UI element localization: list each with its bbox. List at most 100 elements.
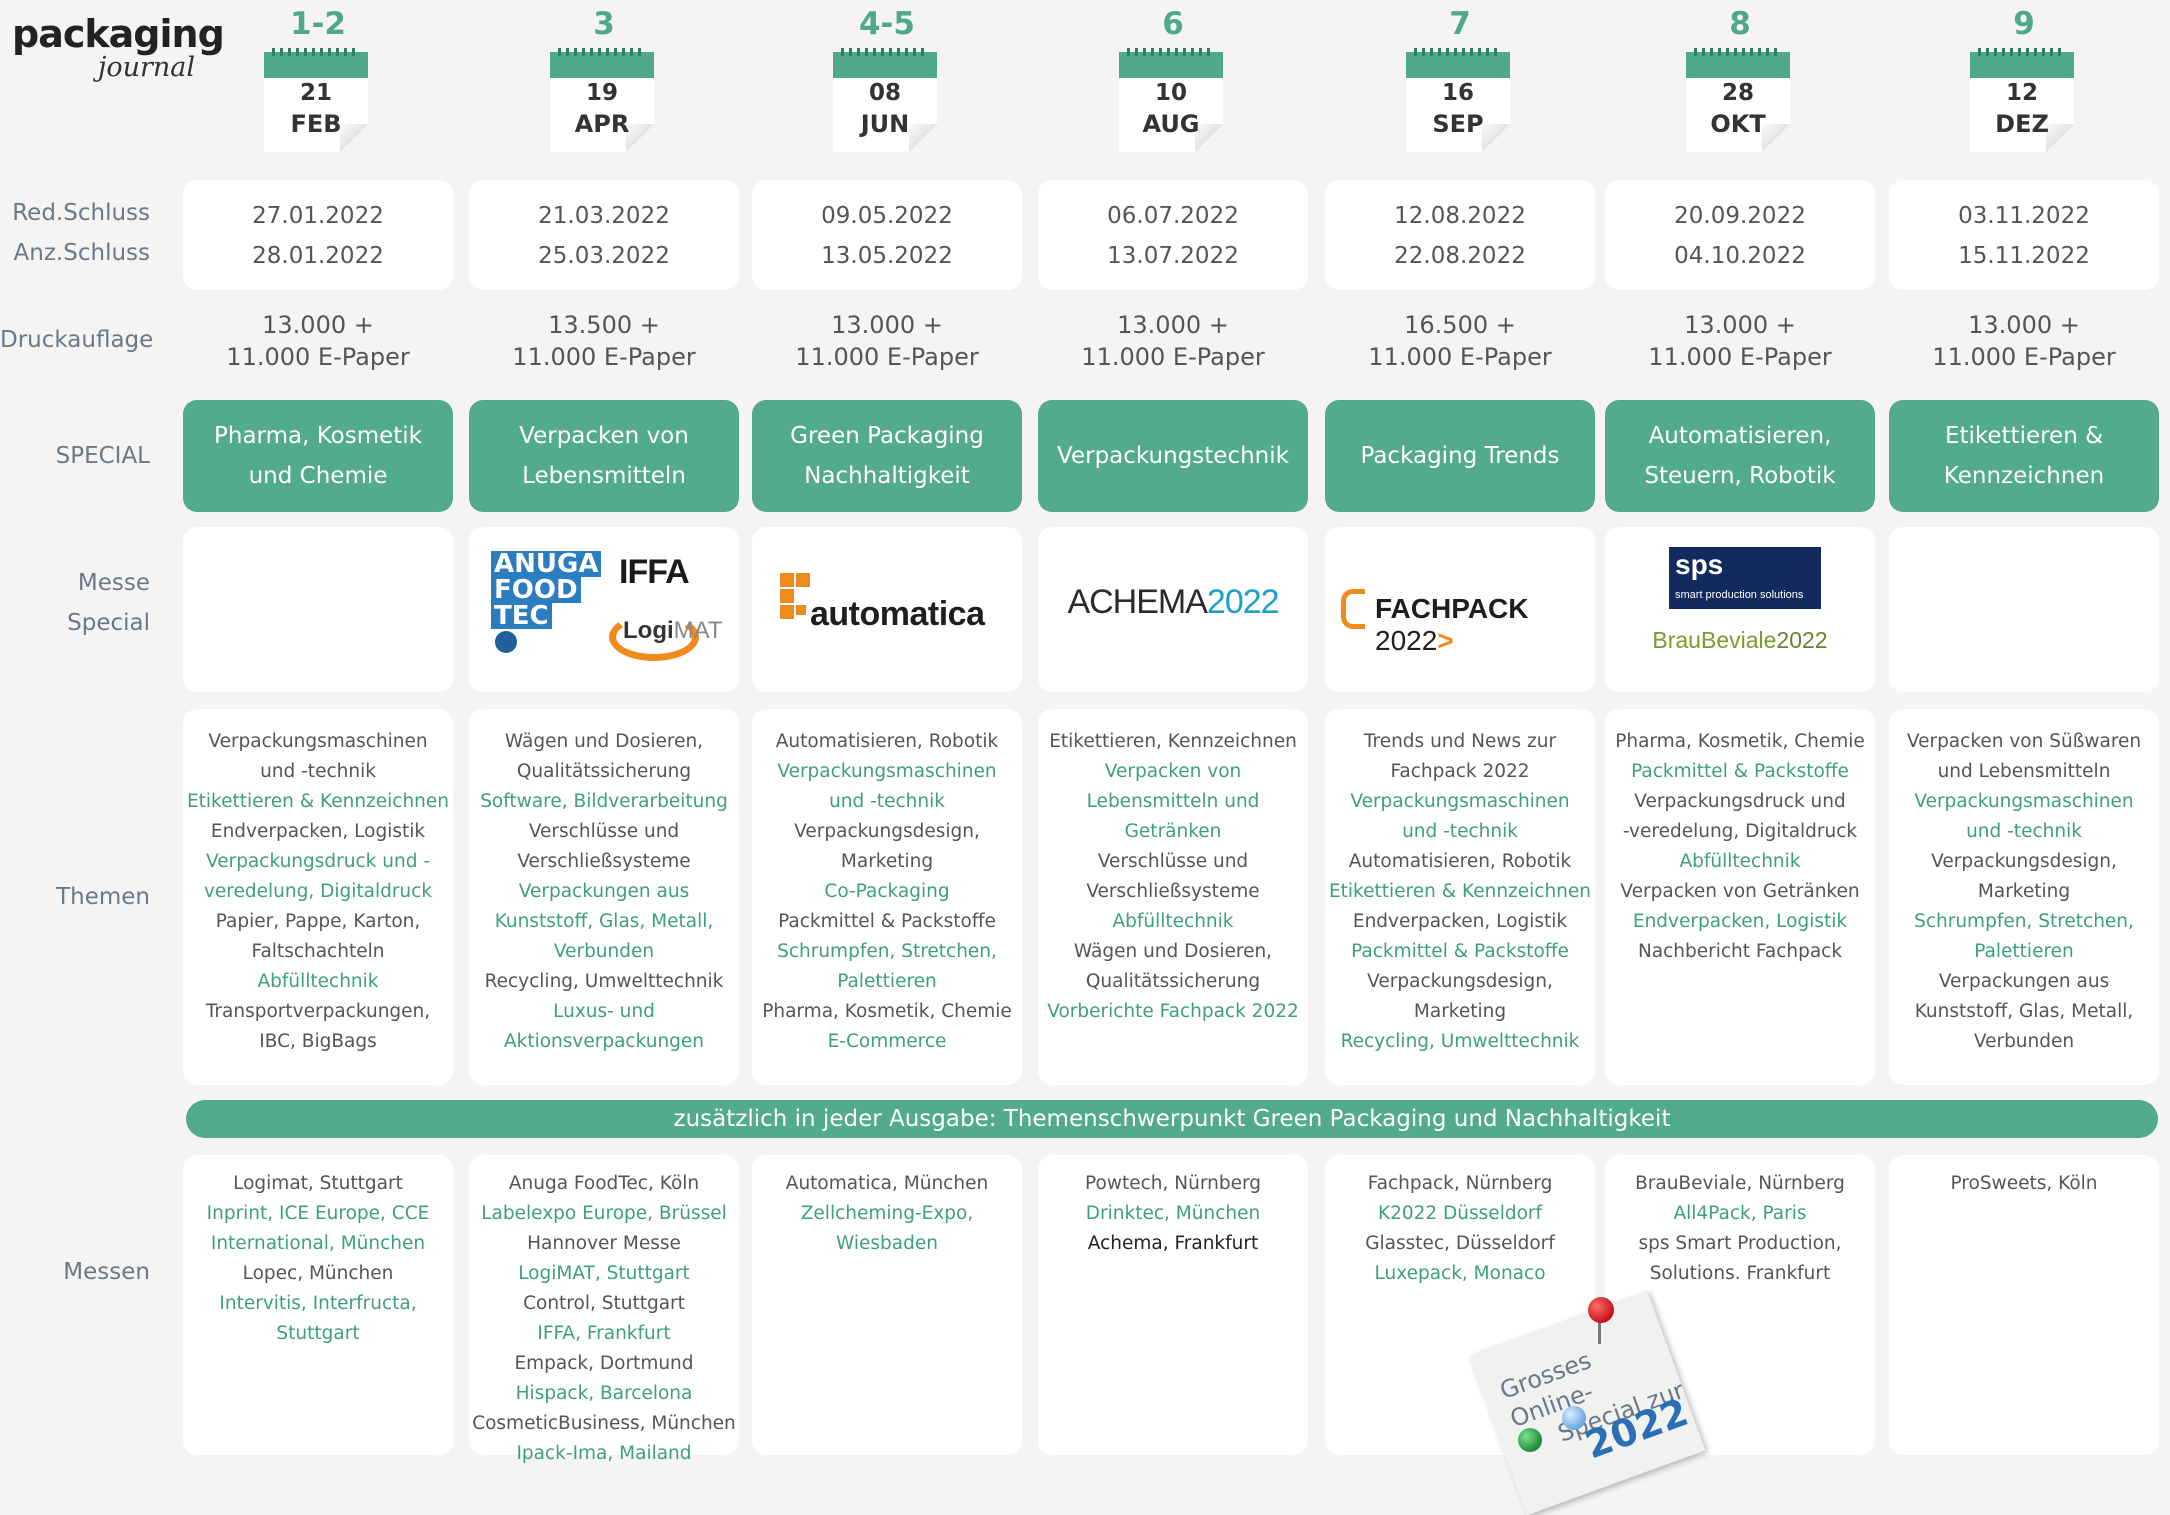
themen-item: Wägen und Dosieren, bbox=[504, 731, 704, 752]
issue-number: 8 bbox=[1729, 6, 1751, 42]
anz-schluss-date: 04.10.2022 bbox=[1674, 243, 1806, 269]
anuga-foodtec-logo: ANUGA FOOD TEC bbox=[491, 551, 602, 656]
red-schluss-date: 03.11.2022 bbox=[1958, 203, 2090, 229]
anz-schluss-date: 25.03.2022 bbox=[538, 243, 670, 269]
druckauflage: 13.000 + 11.000 E-Paper bbox=[183, 309, 453, 373]
label-messe-special-1: Messe bbox=[77, 570, 150, 596]
messe-special-card bbox=[1889, 527, 2159, 692]
druckauflage-print: 13.000 + bbox=[1968, 311, 2080, 339]
themen-item: Verpackungen aus bbox=[518, 881, 690, 902]
braubeviale-logo-text: BrauBeviale bbox=[1652, 627, 1777, 653]
anz-schluss-date: 13.07.2022 bbox=[1107, 243, 1239, 269]
messen-item: Solutions. Frankfurt bbox=[1649, 1263, 1831, 1284]
themen-card: Pharma, Kosmetik, Chemie Packmittel & Pac… bbox=[1605, 709, 1875, 1085]
themen-item: E-Commerce bbox=[827, 1031, 947, 1052]
messen-item: Luxepack, Monaco bbox=[1374, 1263, 1546, 1284]
themen-item: Verbunden bbox=[1973, 1031, 2075, 1052]
themen-item: Kunststoff, Glas, Metall, bbox=[494, 911, 714, 932]
themen-item: Verpackungen aus bbox=[1938, 971, 2110, 992]
messe-special-card: ANUGA FOOD TEC IFFA LogiMAT bbox=[469, 527, 739, 692]
themen-item: Kunststoff, Glas, Metall, bbox=[1914, 1001, 2134, 1022]
label-messen: Messen bbox=[63, 1259, 150, 1285]
themen-item: Faltschachteln bbox=[251, 941, 385, 962]
red-schluss-date: 21.03.2022 bbox=[538, 203, 670, 229]
messen-item: ProSweets, Köln bbox=[1950, 1173, 2098, 1194]
themen-item: und -technik bbox=[829, 791, 945, 812]
braubeviale-2022-logo: BrauBeviale2022 bbox=[1605, 627, 1875, 654]
messen-item: BrauBeviale, Nürnberg bbox=[1635, 1173, 1845, 1194]
messen-item: Hispack, Barcelona bbox=[515, 1383, 693, 1404]
themen-item: Qualitätssicherung bbox=[516, 761, 692, 782]
themen-item: Verpackungsdesign, bbox=[1931, 851, 2117, 872]
issue-month: OKT bbox=[1710, 110, 1766, 138]
themen-item: Verpackungsmaschinen bbox=[208, 731, 428, 752]
themen-item: Verpackungsdruck und - bbox=[205, 851, 431, 872]
themen-card: Verpacken von Süßwaren und Lebensmitteln V… bbox=[1889, 709, 2159, 1085]
issue-column: 1-2 21 FEB 27.01.2022 28.01.2022 13.000 + 11.0… bbox=[183, 0, 453, 1455]
themen-item: Lebensmitteln und bbox=[1086, 791, 1260, 812]
sps-logo-text: sps bbox=[1675, 549, 1724, 580]
messen-item: Intervitis, Interfructa, bbox=[219, 1293, 417, 1314]
issue-column: 9 12 DEZ 03.11.2022 15.11.2022 13.000 + 11.000… bbox=[1889, 0, 2159, 1455]
sps-logo-subtitle: smart production solutions bbox=[1675, 589, 1804, 601]
issue-column: 6 10 AUG 06.07.2022 13.07.2022 13.000 + 11.000… bbox=[1038, 0, 1308, 1455]
messen-item: International, München bbox=[210, 1233, 426, 1254]
themen-item: Verpackungsdruck und bbox=[1634, 791, 1846, 812]
themen-item: Verpacken von Süßwaren bbox=[1906, 731, 2142, 752]
themen-card: Wägen und Dosieren, Qualitätssicherung Sof… bbox=[469, 709, 739, 1085]
themen-item: und Lebensmitteln bbox=[1937, 761, 2111, 782]
special-line: Etikettieren & bbox=[1944, 423, 2104, 449]
druckauflage-epaper: 11.000 E-Paper bbox=[512, 343, 696, 371]
themen-item: Verbunden bbox=[553, 941, 655, 962]
red-schluss-date: 09.05.2022 bbox=[821, 203, 953, 229]
messe-special-card: FACHPACK 2022> bbox=[1325, 527, 1595, 692]
druckauflage-print: 13.000 + bbox=[1684, 311, 1796, 339]
themen-item: Abfülltechnik bbox=[1679, 851, 1801, 872]
themen-item: Fachpack 2022 bbox=[1390, 761, 1530, 782]
special-pill: Verpacken von Lebensmitteln bbox=[469, 400, 739, 512]
messen-card: Automatica, München Zellcheming-Expo, Wies… bbox=[752, 1155, 1022, 1455]
special-line: Kennzeichnen bbox=[1943, 463, 2105, 489]
deadline-card: 03.11.2022 15.11.2022 bbox=[1889, 180, 2159, 290]
special-line: Green Packaging bbox=[790, 423, 984, 449]
messen-item: Zellcheming-Expo, bbox=[800, 1203, 974, 1224]
druckauflage-print: 13.500 + bbox=[548, 311, 660, 339]
themen-item: Verpacken von bbox=[1104, 761, 1242, 782]
issue-month: APR bbox=[574, 110, 630, 138]
themen-item: Abfülltechnik bbox=[1112, 911, 1234, 932]
anz-schluss-date: 28.01.2022 bbox=[252, 243, 384, 269]
anz-schluss-date: 22.08.2022 bbox=[1394, 243, 1526, 269]
anuga-badge-icon bbox=[495, 631, 517, 653]
special-line: Pharma, Kosmetik bbox=[214, 423, 422, 449]
themen-item: Verpacken von Getränken bbox=[1620, 881, 1860, 902]
calendar-icon: 10 AUG bbox=[1119, 48, 1225, 152]
red-schluss-date: 06.07.2022 bbox=[1107, 203, 1239, 229]
blue-pin-icon bbox=[1562, 1406, 1586, 1430]
themen-item: Trends und News zur bbox=[1363, 731, 1557, 752]
druckauflage-print: 16.500 + bbox=[1404, 311, 1516, 339]
themen-item: und -technik bbox=[1402, 821, 1518, 842]
issue-month: AUG bbox=[1142, 110, 1200, 138]
themen-item: und -technik bbox=[260, 761, 376, 782]
themen-item: Qualitätssicherung bbox=[1085, 971, 1261, 992]
logimat-logo-text: MAT bbox=[673, 617, 723, 644]
issue-number: 7 bbox=[1449, 6, 1471, 42]
deadline-card: 09.05.2022 13.05.2022 bbox=[752, 180, 1022, 290]
red-pin-icon bbox=[1588, 1297, 1614, 1323]
pin-needle bbox=[1598, 1322, 1601, 1344]
issue-day: 10 bbox=[1154, 80, 1187, 106]
special-pill: Green Packaging Nachhaltigkeit bbox=[752, 400, 1022, 512]
deadline-card: 27.01.2022 28.01.2022 bbox=[183, 180, 453, 290]
messen-item: IFFA, Frankfurt bbox=[537, 1323, 671, 1344]
special-line: Steuern, Robotik bbox=[1644, 463, 1836, 489]
themen-item: Packmittel & Packstoffe bbox=[1351, 941, 1569, 962]
druckauflage: 13.000 + 11.000 E-Paper bbox=[1889, 309, 2159, 373]
anuga-logo-text: TEC bbox=[491, 603, 552, 629]
anuga-logo-text: FOOD bbox=[491, 577, 581, 603]
themen-item: Automatisieren, Robotik bbox=[775, 731, 999, 752]
red-schluss-date: 27.01.2022 bbox=[252, 203, 384, 229]
messen-item: K2022 Düsseldorf bbox=[1377, 1203, 1543, 1224]
label-red-schluss: Red.Schluss bbox=[12, 200, 150, 226]
druckauflage: 16.500 + 11.000 E-Paper bbox=[1325, 309, 1595, 373]
special-pill: Pharma, Kosmetik und Chemie bbox=[183, 400, 453, 512]
